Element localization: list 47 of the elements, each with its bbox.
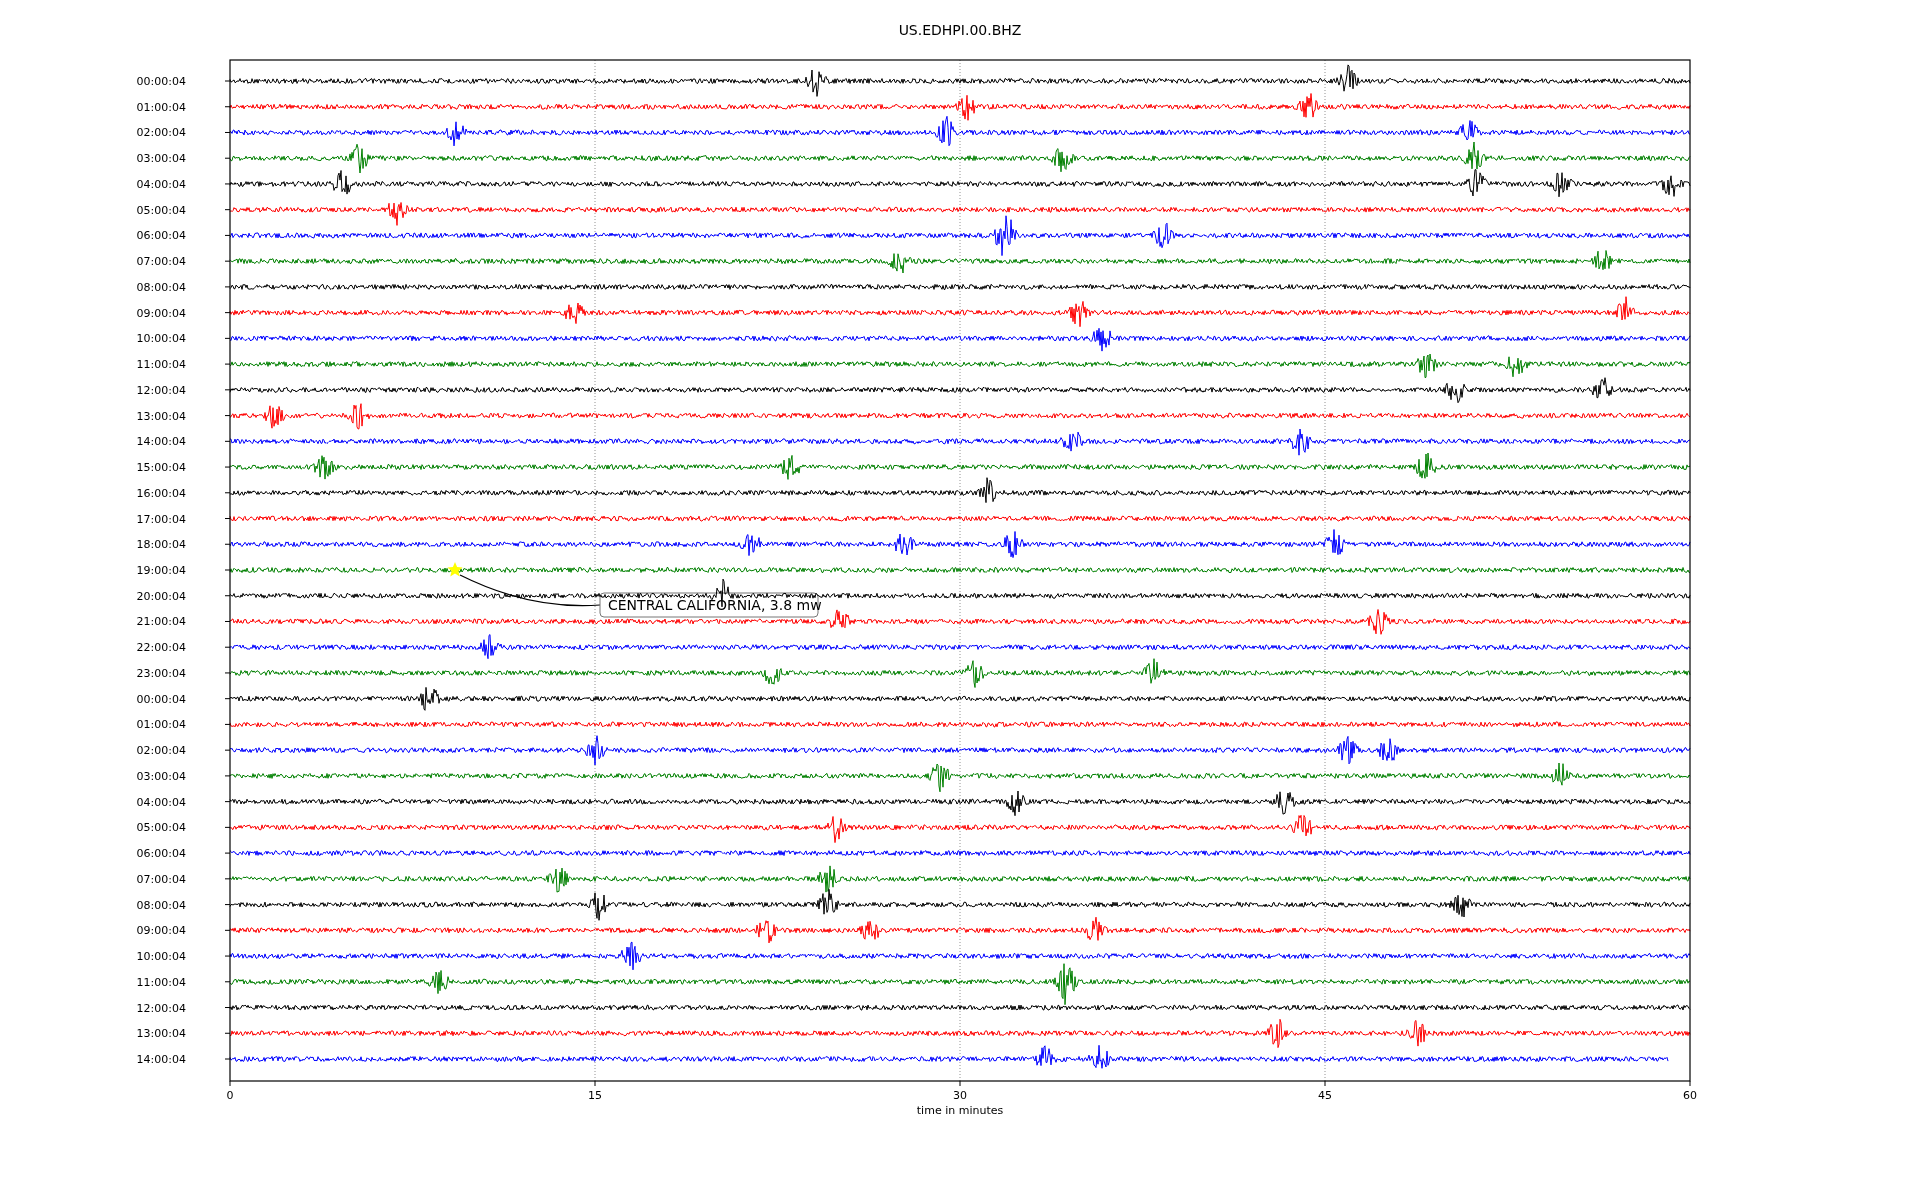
time-label: 08:00:04 [136, 280, 186, 294]
time-label: 01:00:04 [136, 718, 186, 732]
time-label: 05:00:04 [136, 203, 186, 217]
x-tick-label: 15 [588, 1089, 602, 1102]
x-tick-label: 30 [953, 1089, 967, 1102]
star-icon [447, 562, 463, 577]
time-label: 05:00:04 [136, 821, 186, 835]
time-label: 10:00:04 [136, 332, 186, 346]
time-label: 13:00:04 [136, 1027, 186, 1041]
time-label: 06:00:04 [136, 229, 186, 243]
time-label: 02:00:04 [136, 126, 186, 140]
x-tick-label: 60 [1683, 1089, 1697, 1102]
time-label: 07:00:04 [136, 872, 186, 886]
time-label: 16:00:04 [136, 486, 186, 500]
time-label: 19:00:04 [136, 564, 186, 577]
time-label: 00:00:04 [136, 692, 186, 706]
time-label: 17:00:04 [136, 512, 186, 526]
time-label: 03:00:04 [136, 769, 186, 783]
time-label: 22:00:04 [136, 641, 186, 655]
plot-title: US.EDHPI.00.BHZ [898, 22, 1022, 38]
time-label: 14:00:04 [136, 1053, 186, 1066]
time-label: 02:00:04 [136, 744, 186, 758]
time-label: 04:00:04 [136, 177, 186, 191]
axis-label: time in minutes [916, 1104, 1004, 1117]
time-label: 08:00:04 [136, 898, 186, 912]
time-label: 23:00:04 [136, 666, 186, 680]
time-label: 11:00:04 [136, 975, 186, 989]
time-label: 00:00:04 [136, 75, 186, 88]
time-label: 04:00:04 [136, 795, 186, 809]
time-label: 09:00:04 [136, 306, 186, 320]
x-tick-label: 0 [226, 1089, 234, 1102]
time-label: 10:00:04 [136, 950, 186, 964]
time-label: 11:00:04 [136, 358, 186, 372]
time-label: 14:00:04 [136, 435, 186, 449]
time-label: 15:00:04 [136, 461, 186, 475]
x-tick-label: 45 [1318, 1089, 1332, 1102]
time-label: 09:00:04 [136, 924, 186, 938]
time-label: 07:00:04 [136, 255, 186, 269]
time-label: 12:00:04 [136, 383, 186, 397]
time-label: 18:00:04 [136, 538, 186, 552]
time-label: 12:00:04 [136, 1001, 186, 1015]
time-label: 20:00:04 [136, 589, 186, 603]
time-label: 21:00:04 [136, 615, 186, 629]
time-label: 06:00:04 [136, 847, 186, 861]
time-label: 01:00:04 [136, 100, 186, 114]
time-label: 03:00:04 [136, 152, 186, 166]
time-label: 13:00:04 [136, 409, 186, 423]
